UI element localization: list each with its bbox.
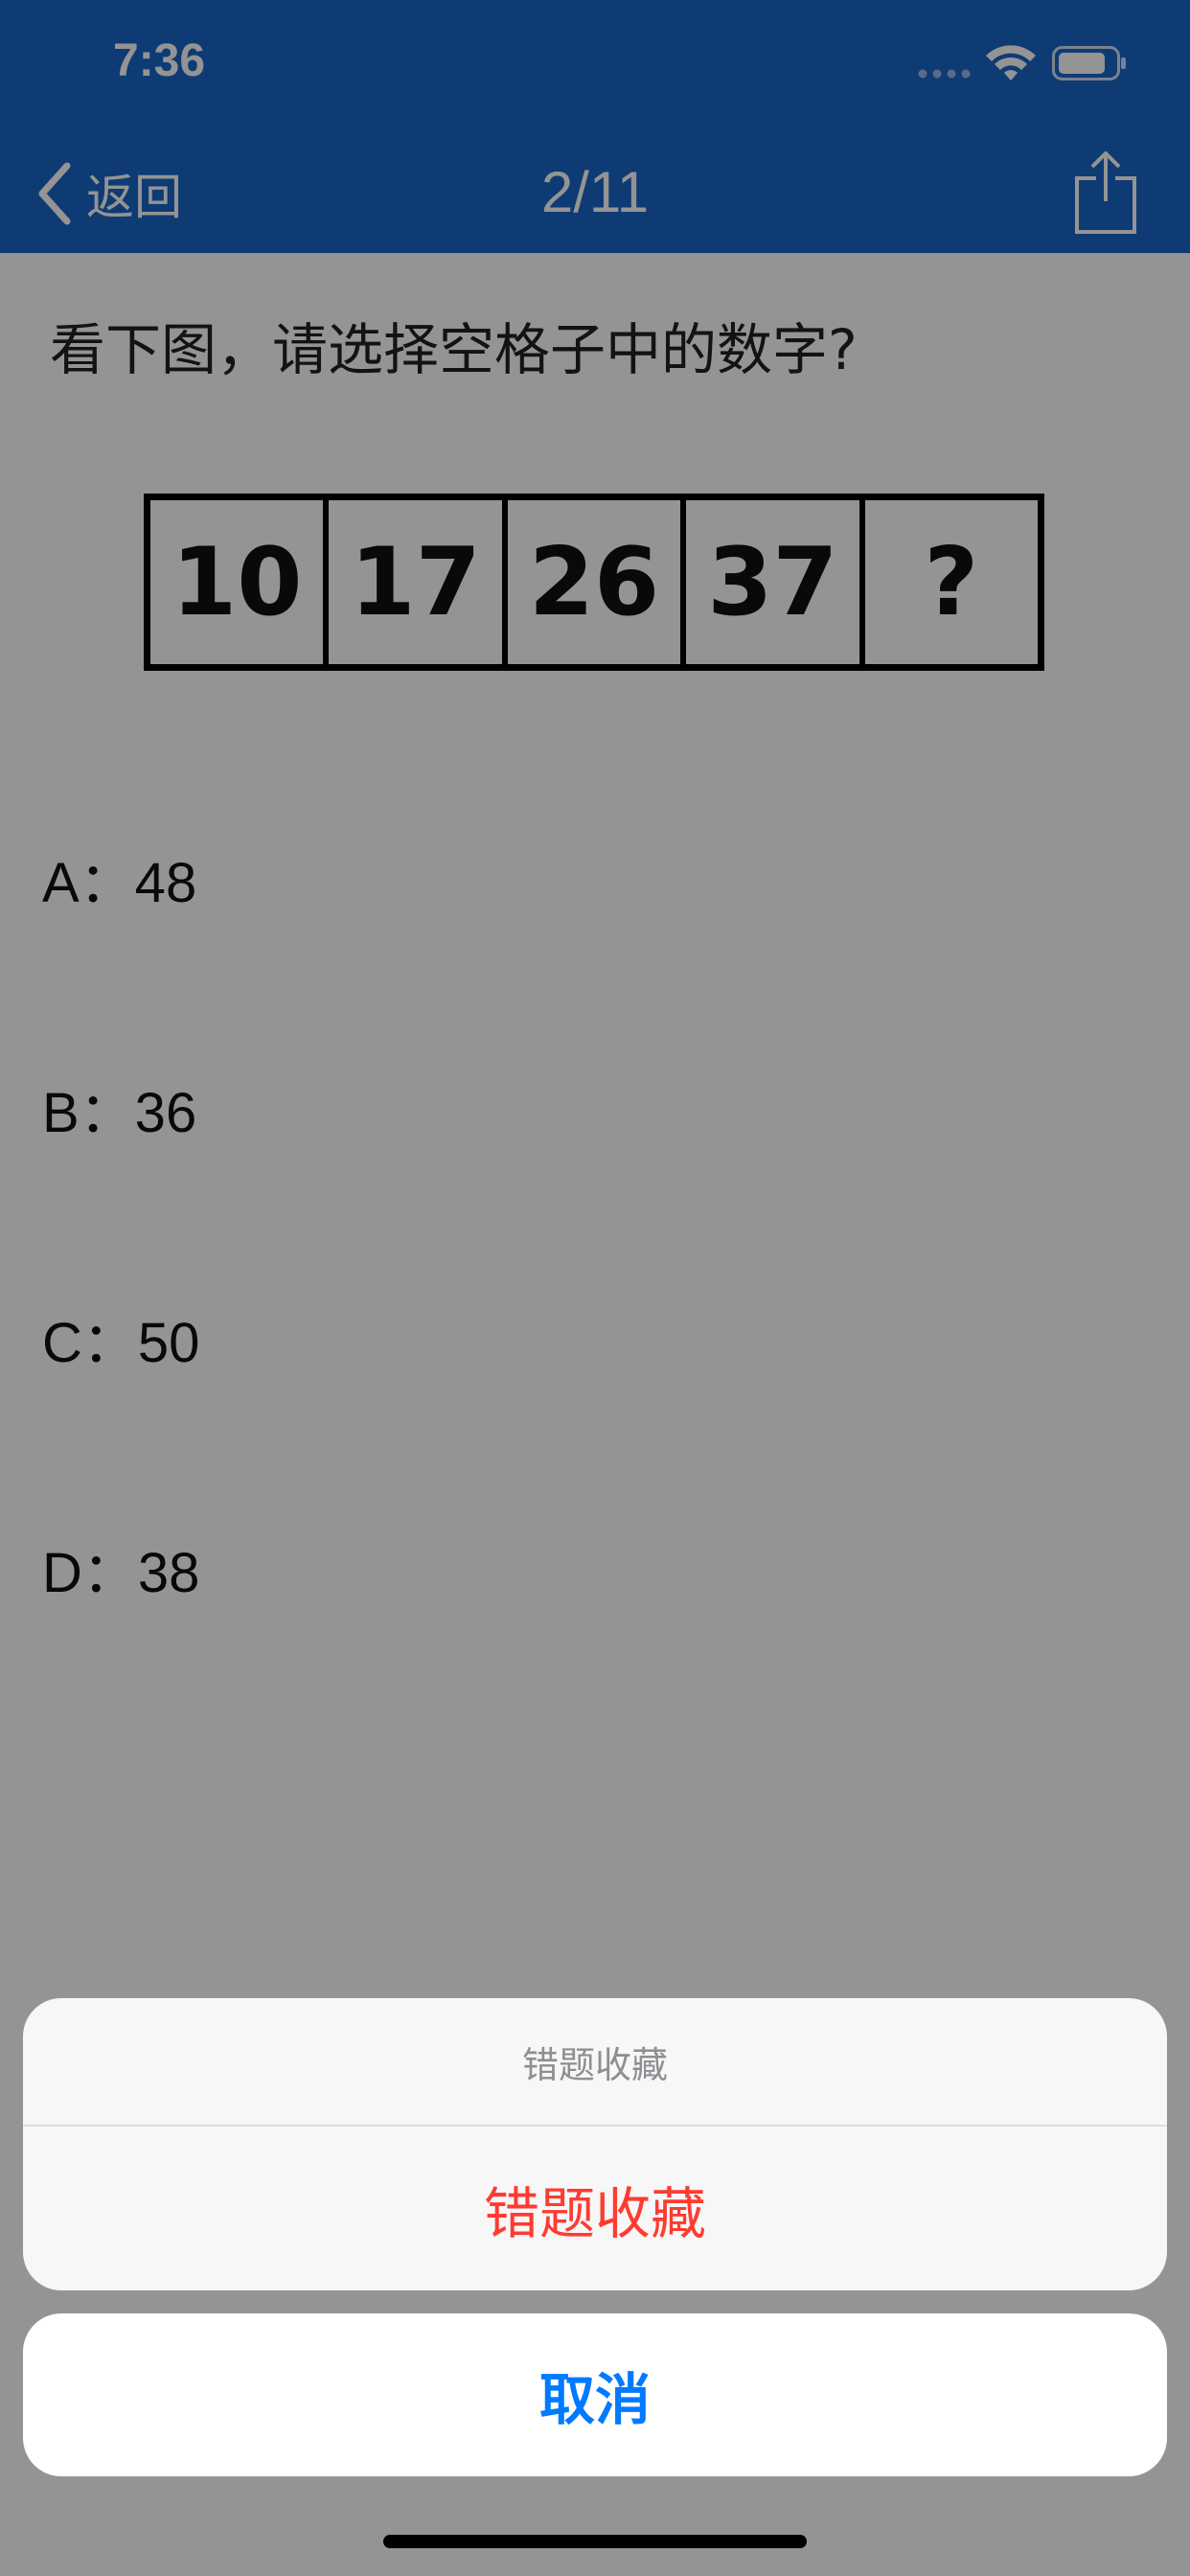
favorite-wrong-question-button[interactable]: 错题收藏 [23,2127,1167,2290]
action-sheet-title: 错题收藏 [521,2043,668,2086]
action-sheet: 错题收藏 错题收藏 [23,1998,1167,2290]
home-indicator [383,2535,807,2548]
cancel-button[interactable]: 取消 [23,2313,1167,2476]
question-screen: 7:36 返回 2/11 看下图，请选择空格子中的数字? 10 17 26 37… [0,0,1190,2576]
